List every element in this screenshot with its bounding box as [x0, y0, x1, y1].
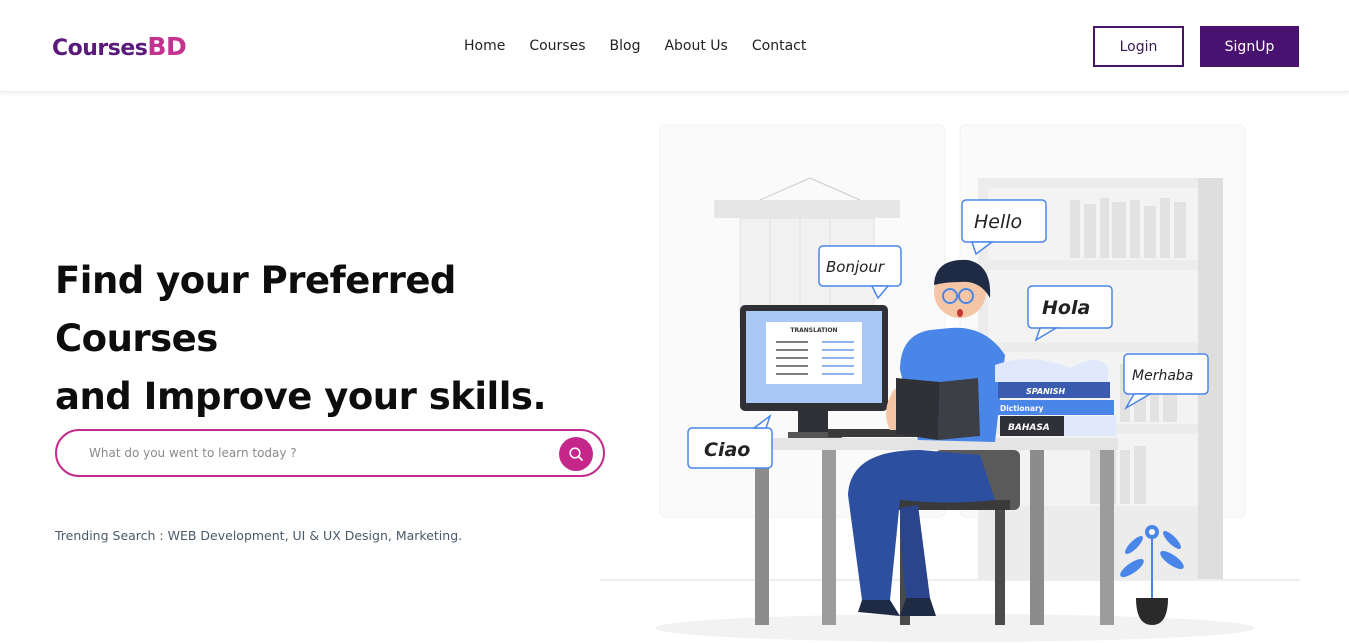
book-dictionary: Dictionary: [1000, 404, 1044, 413]
site-header: CoursesBD Home Courses Blog About Us Con…: [0, 0, 1349, 92]
nav-about-us[interactable]: About Us: [664, 38, 727, 54]
book-bahasa: BAHASA: [1008, 423, 1050, 433]
svg-text:Ciao: Ciao: [704, 439, 750, 461]
login-button[interactable]: Login: [1093, 26, 1184, 67]
hero-illustration: TRANSLATION SPANISH Dictionary BAHASA He…: [600, 124, 1300, 642]
screen-title: TRANSLATION: [790, 327, 837, 334]
brand-logo-part1: Courses: [52, 36, 148, 61]
hero-title-line1: Find your Preferred Courses: [55, 259, 456, 360]
book-spanish: SPANISH: [1026, 387, 1066, 396]
main-nav: Home Courses Blog About Us Contact: [464, 38, 806, 54]
nav-courses[interactable]: Courses: [529, 38, 585, 54]
hero-title-line2: and Improve your skills.: [55, 375, 547, 418]
svg-text:Bonjour: Bonjour: [826, 258, 885, 276]
svg-text:Hello: Hello: [974, 211, 1022, 233]
search-icon: [569, 447, 583, 461]
nav-home[interactable]: Home: [464, 38, 505, 54]
hero-title: Find your Preferred Courses and Improve …: [55, 252, 615, 426]
books-stack: SPANISH Dictionary BAHASA: [990, 359, 1116, 436]
signup-button[interactable]: SignUp: [1200, 26, 1299, 67]
nav-contact[interactable]: Contact: [752, 38, 806, 54]
svg-text:Hola: Hola: [1042, 297, 1090, 319]
brand-logo[interactable]: CoursesBD: [52, 32, 187, 61]
svg-text:Merhaba: Merhaba: [1132, 368, 1193, 384]
search-bar: [55, 429, 605, 477]
search-button[interactable]: [559, 437, 593, 471]
nav-blog[interactable]: Blog: [610, 38, 641, 54]
trending-search-text: Trending Search : WEB Development, UI & …: [55, 528, 463, 543]
search-input[interactable]: [89, 443, 529, 463]
brand-logo-part2: BD: [147, 32, 187, 61]
